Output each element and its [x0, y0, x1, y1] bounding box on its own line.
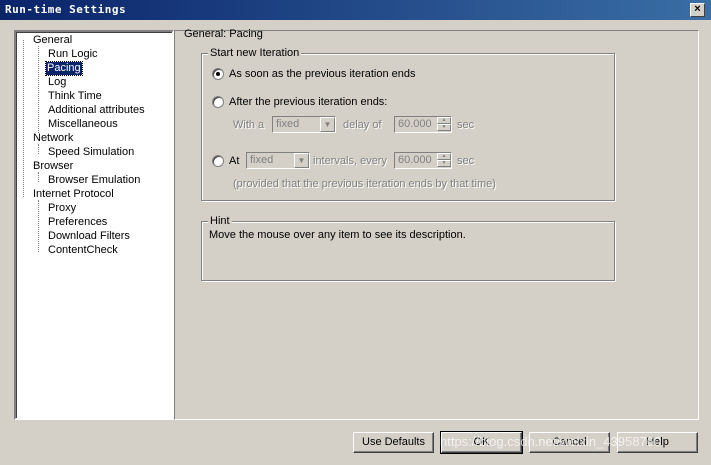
chevron-down-icon: ▼	[320, 117, 335, 132]
use-defaults-button[interactable]: Use Defaults	[353, 432, 434, 453]
close-button[interactable]: ×	[690, 3, 705, 17]
tree-item-preferences[interactable]: Preferences	[47, 216, 108, 229]
option-as-soon-as-label: As soon as the previous iteration ends	[229, 68, 416, 80]
spin-down-icon[interactable]: ▼	[437, 160, 451, 167]
tree-item-proxy[interactable]: Proxy	[47, 202, 77, 215]
tree-connector	[38, 200, 39, 252]
spin-up-icon[interactable]: ▲	[437, 153, 451, 160]
tree-item-miscellaneous[interactable]: Miscellaneous	[47, 118, 119, 131]
tree-connector	[38, 144, 39, 154]
interval-type-select[interactable]: fixed ▼	[246, 152, 310, 169]
ok-button[interactable]: OK	[440, 431, 523, 454]
tree-item-browser[interactable]: Browser	[32, 160, 74, 173]
sec-label-2: sec	[457, 155, 475, 167]
settings-tree[interactable]: General Run Logic Pacing Log Think Time …	[14, 30, 174, 420]
tree-item-pacing[interactable]: Pacing	[45, 61, 83, 76]
spin-down-icon[interactable]: ▼	[437, 124, 451, 131]
tree-item-speed-simulation[interactable]: Speed Simulation	[47, 146, 135, 159]
delay-type-value: fixed	[276, 118, 300, 130]
title-bar: Run-time Settings ×	[0, 0, 711, 20]
interval-value: 60.000	[398, 154, 432, 166]
hint-text: Move the mouse over any item to see its …	[209, 229, 466, 241]
tree-item-run-logic[interactable]: Run Logic	[47, 48, 99, 61]
tree-item-think-time[interactable]: Think Time	[47, 90, 103, 103]
interval-note: (provided that the previous iteration en…	[233, 178, 496, 190]
panel-title: General: Pacing	[184, 28, 263, 40]
tree-item-additional-attributes[interactable]: Additional attributes	[47, 104, 146, 117]
tree-item-network[interactable]: Network	[32, 132, 74, 145]
option-after-previous-label: After the previous iteration ends:	[229, 96, 388, 108]
tree-item-browser-emulation[interactable]: Browser Emulation	[47, 174, 141, 187]
tree-connector	[23, 40, 24, 197]
tree-connector	[38, 46, 39, 133]
delay-value: 60.000	[398, 118, 432, 130]
sec-label: sec	[457, 119, 475, 131]
chevron-down-icon: ▼	[294, 153, 309, 168]
radio-after-previous[interactable]	[212, 96, 224, 108]
tree-connector	[38, 172, 39, 182]
radio-as-soon-as[interactable]	[212, 68, 224, 80]
tree-item-log[interactable]: Log	[47, 76, 67, 89]
close-icon: ×	[694, 3, 701, 15]
tree-item-internet-protocol[interactable]: Internet Protocol	[32, 188, 115, 201]
delay-of-label: delay of	[343, 119, 382, 131]
delay-spin[interactable]: 60.000 ▲ ▼	[394, 116, 452, 133]
tree-item-general[interactable]: General	[32, 34, 73, 47]
intervals-every-label: intervals, every	[313, 155, 387, 167]
window-title: Run-time Settings	[5, 3, 127, 16]
spin-up-icon[interactable]: ▲	[437, 117, 451, 124]
cancel-button[interactable]: Cancel	[529, 432, 610, 453]
help-button[interactable]: Help	[617, 432, 698, 453]
start-iteration-legend: Start new Iteration	[208, 47, 302, 59]
tree-item-download-filters[interactable]: Download Filters	[47, 230, 131, 243]
with-a-label: With a	[233, 119, 265, 131]
option-at-label: At	[229, 155, 240, 167]
delay-type-select[interactable]: fixed ▼	[272, 116, 336, 133]
interval-spin[interactable]: 60.000 ▲ ▼	[394, 152, 452, 169]
hint-legend: Hint	[208, 215, 232, 227]
interval-type-value: fixed	[250, 154, 274, 166]
tree-item-contentcheck[interactable]: ContentCheck	[47, 244, 119, 257]
radio-at-intervals[interactable]	[212, 155, 224, 167]
